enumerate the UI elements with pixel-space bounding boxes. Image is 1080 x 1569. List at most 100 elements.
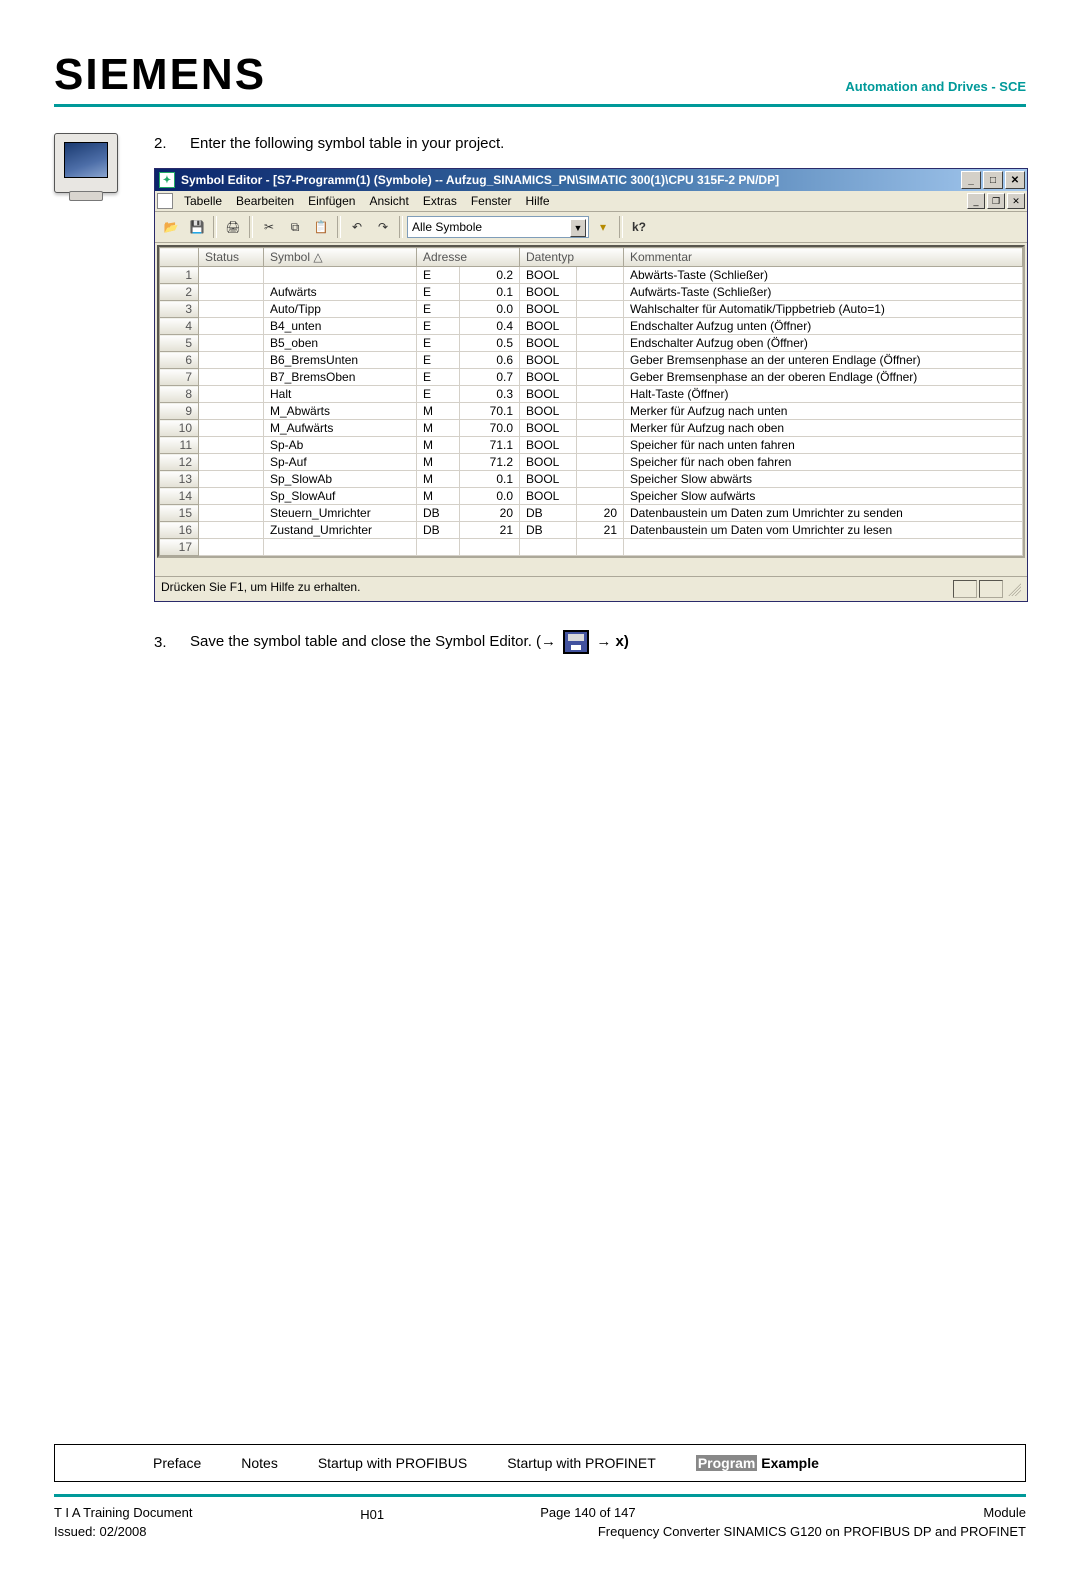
table-cell[interactable]: E [417, 284, 460, 301]
table-cell[interactable]: 0.5 [460, 335, 520, 352]
table-row[interactable]: 3Auto/TippE0.0BOOLWahlschalter für Autom… [160, 301, 1023, 318]
table-cell[interactable]: B4_unten [264, 318, 417, 335]
copy-icon[interactable]: ⧉ [283, 215, 307, 239]
table-cell[interactable]: Abwärts-Taste (Schließer) [624, 267, 1023, 284]
document-icon[interactable] [157, 193, 173, 209]
table-cell[interactable]: M [417, 471, 460, 488]
table-cell[interactable] [577, 437, 624, 454]
table-cell[interactable]: 4 [160, 318, 199, 335]
table-cell[interactable] [199, 386, 264, 403]
col-datentyp[interactable]: Datentyp [520, 248, 624, 267]
table-cell[interactable]: 0.1 [460, 284, 520, 301]
nav-preface[interactable]: Preface [153, 1455, 201, 1471]
table-cell[interactable]: 6 [160, 352, 199, 369]
table-cell[interactable]: DB [417, 505, 460, 522]
table-row[interactable]: 4 B4_untenE0.4BOOL Endschalter Aufzug unte… [160, 318, 1023, 335]
table-cell[interactable]: M_Abwärts [264, 403, 417, 420]
table-cell[interactable] [577, 267, 624, 284]
table-cell[interactable]: Speicher Slow aufwärts [624, 488, 1023, 505]
nav-notes[interactable]: Notes [241, 1455, 278, 1471]
table-cell[interactable]: Speicher für nach unten fahren [624, 437, 1023, 454]
table-cell[interactable]: 71.2 [460, 454, 520, 471]
menu-einfuegen[interactable]: Einfügen [301, 192, 362, 210]
table-cell[interactable]: M [417, 437, 460, 454]
table-cell[interactable]: Aufwärts [264, 284, 417, 301]
table-cell[interactable]: BOOL [520, 454, 577, 471]
col-adresse[interactable]: Adresse [417, 248, 520, 267]
table-cell[interactable] [199, 301, 264, 318]
table-cell[interactable]: DB [520, 505, 577, 522]
col-status[interactable]: Status [199, 248, 264, 267]
table-cell[interactable]: Sp-Auf [264, 454, 417, 471]
table-cell[interactable]: BOOL [520, 403, 577, 420]
table-cell[interactable]: BOOL [520, 420, 577, 437]
nav-program-example[interactable]: Program Example [696, 1455, 819, 1471]
menu-extras[interactable]: Extras [416, 192, 464, 210]
table-cell[interactable]: Endschalter Aufzug unten (Öffner) [624, 318, 1023, 335]
table-cell[interactable] [417, 539, 460, 556]
table-cell[interactable]: Halt-Taste (Öffner) [624, 386, 1023, 403]
table-cell[interactable]: Abwärts [264, 267, 417, 284]
table-cell[interactable]: M [417, 403, 460, 420]
table-row[interactable]: 2AufwärtsE0.1BOOLAufwärts-Taste (Schließ… [160, 284, 1023, 301]
table-cell[interactable]: Geber Bremsenphase an der oberen Endlage… [624, 369, 1023, 386]
col-rownum[interactable] [160, 248, 199, 267]
table-cell[interactable] [577, 318, 624, 335]
table-cell[interactable] [577, 403, 624, 420]
table-cell[interactable]: BOOL [520, 301, 577, 318]
minimize-button[interactable]: _ [961, 171, 981, 189]
table-cell[interactable]: M [417, 454, 460, 471]
context-help-icon[interactable]: k? [627, 215, 651, 239]
table-cell[interactable] [199, 403, 264, 420]
table-cell[interactable]: 0.2 [460, 267, 520, 284]
table-cell[interactable]: 21 [460, 522, 520, 539]
table-cell[interactable]: E [417, 318, 460, 335]
table-cell[interactable]: 7 [160, 369, 199, 386]
table-cell[interactable]: M [417, 420, 460, 437]
table-cell[interactable]: Sp_SlowAb [264, 471, 417, 488]
table-cell[interactable]: Auto/Tipp [264, 301, 417, 318]
table-cell[interactable]: 12 [160, 454, 199, 471]
table-cell[interactable] [199, 488, 264, 505]
table-cell[interactable] [577, 369, 624, 386]
table-row[interactable]: 7B7_BremsObenE0.7BOOLGeber Bremsenphase … [160, 369, 1023, 386]
table-cell[interactable]: BOOL [520, 267, 577, 284]
table-cell[interactable] [577, 301, 624, 318]
table-row[interactable]: 6B6_BremsUntenE0.6BOOLGeber Bremsenphase… [160, 352, 1023, 369]
nav-profibus[interactable]: Startup with PROFIBUS [318, 1455, 467, 1471]
table-cell[interactable] [199, 267, 264, 284]
table-cell[interactable] [624, 539, 1023, 556]
table-cell[interactable] [577, 420, 624, 437]
table-cell[interactable]: 3 [160, 301, 199, 318]
nav-profinet[interactable]: Startup with PROFINET [507, 1455, 656, 1471]
table-cell[interactable]: 17 [160, 539, 199, 556]
table-cell[interactable] [199, 284, 264, 301]
table-cell[interactable] [577, 386, 624, 403]
table-row[interactable]: 14Sp_SlowAufM0.0BOOLSpeicher Slow aufwär… [160, 488, 1023, 505]
mdi-close-button[interactable]: ✕ [1007, 193, 1025, 209]
table-cell[interactable] [577, 284, 624, 301]
table-cell[interactable] [199, 454, 264, 471]
table-cell[interactable] [460, 539, 520, 556]
table-cell[interactable]: BOOL [520, 488, 577, 505]
table-row[interactable]: 16Zustand_UmrichterDB21DB21Datenbaustein… [160, 522, 1023, 539]
table-cell[interactable]: 0.6 [460, 352, 520, 369]
table-cell[interactable]: 0.4 [460, 318, 520, 335]
table-cell[interactable] [199, 318, 264, 335]
mdi-restore-button[interactable]: ❐ [987, 193, 1005, 209]
table-cell[interactable]: BOOL [520, 318, 577, 335]
table-cell[interactable]: 5 [160, 335, 199, 352]
table-cell[interactable]: E [417, 267, 460, 284]
table-cell[interactable]: BOOL [520, 335, 577, 352]
close-button[interactable]: ✕ [1005, 171, 1025, 189]
table-cell[interactable]: 0.3 [460, 386, 520, 403]
table-cell[interactable]: Halt [264, 386, 417, 403]
table-row[interactable]: 12Sp-AufM71.2BOOLSpeicher für nach oben … [160, 454, 1023, 471]
table-cell[interactable]: BOOL [520, 437, 577, 454]
open-icon[interactable]: 📂 [159, 215, 183, 239]
menu-tabelle[interactable]: Tabelle [177, 192, 229, 210]
table-cell[interactable] [199, 335, 264, 352]
table-cell[interactable]: 16 [160, 522, 199, 539]
menu-bar[interactable]: Tabelle Bearbeiten Einfügen Ansicht Extr… [177, 192, 557, 210]
redo-icon[interactable]: ↷ [371, 215, 395, 239]
